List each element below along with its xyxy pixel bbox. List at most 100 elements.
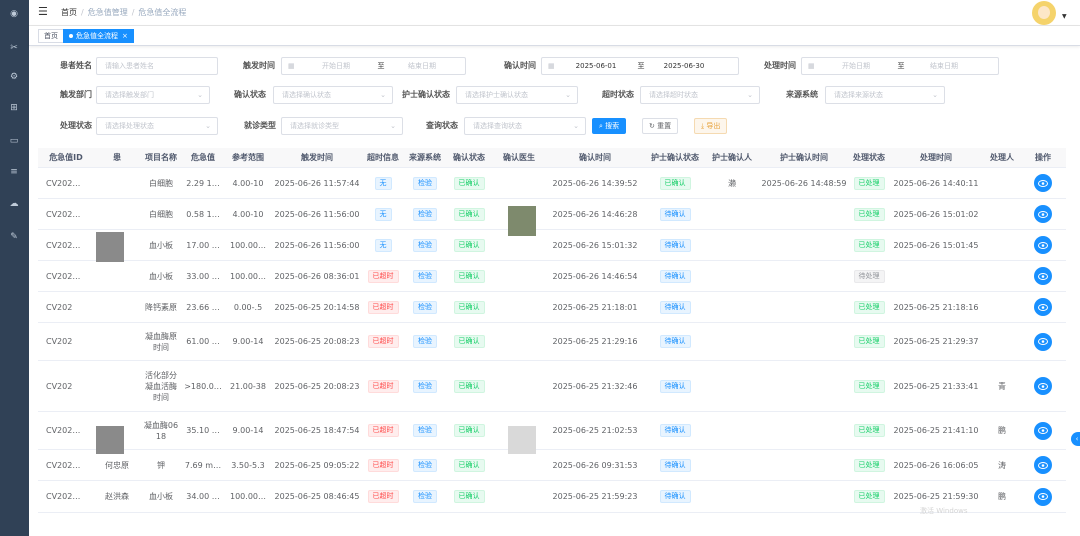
cell-handler [984,261,1020,291]
confirm-start[interactable]: 2025-06-01 [556,58,636,74]
cell-handler: 鹏 [998,426,1006,435]
cell-handler: 鹏 [998,492,1006,501]
breadcrumb-home[interactable]: 首页 [61,7,77,18]
view-eye-icon[interactable] [1034,298,1052,316]
cell-ntime [758,481,850,512]
view-eye-icon[interactable] [1034,487,1052,506]
org-icon[interactable]: ⊞ [8,102,20,114]
search-button[interactable]: ⌕ 搜索 [592,118,627,134]
view-eye-icon[interactable] [1034,174,1052,192]
table-row[interactable]: CV202… 赵洪森 血小板 34.00 … 100.00… 2025-06-25 08:… [38,481,1066,513]
trigger-dept-select[interactable]: 请选择触发部门 ⌄ [96,86,210,104]
cell-value: 17.00 … [186,240,220,250]
table-row[interactable]: CV202 凝血酶原 时间 61.00 … 9.00-14 2025-06-25 20:… [38,323,1066,361]
trigger-time-range[interactable]: ▦ 开始日期 至 结束日期 [281,57,466,75]
view-eye-icon[interactable] [1034,456,1052,474]
confirm-time-label: 确认时间 [504,61,536,70]
reset-button[interactable]: ↻ 重置 [642,118,679,134]
confirm-time-range[interactable]: ▦ 2025-06-01 至 2025-06-30 [541,57,739,75]
breadcrumb: 首页 / 危急值管理 / 危急值全流程 [61,7,186,18]
trigger-end[interactable]: 结束日期 [382,58,462,74]
handle-status-select[interactable]: 请选择处理状态 ⌄ [96,117,218,135]
dashboard-icon[interactable]: ◉ [8,8,20,20]
status-badge: 无 [374,207,392,221]
cell-doctor [492,323,546,360]
view-eye-icon[interactable] [1034,205,1052,223]
cell-trigger: 2025-06-25 18:47:54 [274,426,360,435]
table-row[interactable]: CV202 降钙素原 23.66 … 0.00-.5 2025-06-25 20:14:… [38,292,1066,323]
status-badge: 待确认 [659,269,691,283]
view-eye-icon[interactable] [1034,236,1052,254]
cell-value: >180.0… [184,381,222,391]
cell-confirm: 已确认 [446,450,492,480]
cell-overtime: 已超时 [362,481,404,512]
sidebar: ◉ ✂ ⚙ ⊞ ▭ ≡ ☁ ✎ [0,0,29,536]
critical-value-table: 危急值ID 患 项目名称 危急值 参考范围 触发时间 超时信息 来源系统 确认状态 确认医生 确认时… [38,148,1066,536]
patient-name-input[interactable]: 请输入患者姓名 [96,57,218,75]
tag-home[interactable]: 首页 [38,29,64,43]
edit-icon[interactable]: ✎ [8,231,20,243]
cell-range: 100.00… [230,271,266,281]
table-row[interactable]: CV202… 白细胞 0.58 1… 4.00-10 2025-06-26 11:56:… [38,199,1066,230]
column-header: 患 [113,153,121,162]
cell-confirm: 已确认 [446,230,492,260]
close-icon[interactable]: × [122,32,128,40]
handle-start[interactable]: 开始日期 [816,58,896,74]
patient-name-label: 患者姓名 [60,61,92,70]
view-eye-icon[interactable] [1034,421,1052,440]
status-badge: 已处理 [853,335,885,348]
calendar-icon: ▦ [808,62,815,70]
status-badge: 已超时 [367,490,399,503]
cell-ntime [758,199,850,229]
query-status-placeholder: 请选择查询状态 [473,122,522,130]
view-eye-icon[interactable] [1034,377,1052,395]
cell-value: 7.69 m… [184,460,222,470]
calendar-icon: ▦ [288,62,295,70]
hamburger-icon[interactable]: ☰ [38,6,50,18]
source-select[interactable]: 请选择来源状态 ⌄ [825,86,945,104]
cell-trigger: 2025-06-25 20:08:23 [274,337,360,346]
export-button[interactable]: ⤓ 导出 [694,118,728,134]
visit-type-select[interactable]: 请选择就诊类型 ⌄ [281,117,403,135]
monitor-icon[interactable]: ▭ [8,135,20,147]
view-eye-icon[interactable] [1034,332,1052,351]
cell-ctime: 2025-06-25 21:29:16 [552,337,638,346]
cell-op [1020,323,1066,360]
cell-trigger: 2025-06-26 11:57:44 [274,178,360,188]
cell-handle: 已处理 [850,412,888,449]
nurse-status-label: 护士确认状态 [402,90,450,99]
confirm-end[interactable]: 2025-06-30 [644,58,724,74]
caret-down-icon[interactable]: ▼ [1062,13,1067,20]
cell-name [94,292,140,322]
table-row[interactable]: CV202… 何忠原 钾 7.69 m… 3.50-5.3 2025-06-25 09:0… [38,450,1066,481]
table-row[interactable]: CV202… 血小板 17.00 … 100.00… 2025-06-26 11:56:… [38,230,1066,261]
cell-doctor [492,481,546,512]
table-row[interactable]: CV202… 白细胞 2.29 1… 4.00-10 2025-06-26 11:57:… [38,168,1066,199]
table-row[interactable]: CV202… 凝血酶06 18 35.10 … 9.00-14 2025-06-25 1… [38,412,1066,450]
tools-icon[interactable]: ✂ [8,42,20,54]
table-row[interactable]: CV202 活化部分 凝血活酶 时间 >180.0… 21.00-38 2025-06-… [38,361,1066,412]
table-header: 危急值ID 患 项目名称 危急值 参考范围 触发时间 超时信息 来源系统 确认状态 确认医生 确认时… [38,148,1066,168]
cell-name [94,361,140,411]
database-icon[interactable]: ≡ [8,166,20,178]
handle-time-range[interactable]: ▦ 开始日期 至 结束日期 [801,57,999,75]
handle-end[interactable]: 结束日期 [904,58,984,74]
confirm-status-select[interactable]: 请选择确认状态 ⌄ [273,86,393,104]
status-badge: 已处理 [853,176,885,190]
cell-op [1020,450,1066,480]
table-row[interactable]: CV202… 血小板 33.00 … 100.00… 2025-06-26 08:36:… [38,261,1066,292]
chevron-left-icon[interactable]: ‹ [1071,432,1080,446]
nurse-status-select[interactable]: 请选择护士确认状态 ⌄ [456,86,578,104]
avatar[interactable] [1032,1,1056,25]
view-eye-icon[interactable] [1034,267,1052,285]
status-badge: 无 [374,176,392,190]
cell-name: 赵洪森 [105,492,129,501]
overtime-select[interactable]: 请选择超时状态 ⌄ [640,86,760,104]
cell-handle: 已处理 [850,199,888,229]
query-status-select[interactable]: 请选择查询状态 ⌄ [464,117,586,135]
tag-current[interactable]: 危急值全流程 × [63,29,134,43]
trigger-start[interactable]: 开始日期 [296,58,376,74]
overtime-placeholder: 请选择超时状态 [649,91,698,99]
gear-icon[interactable]: ⚙ [8,71,20,83]
cloud-icon[interactable]: ☁ [8,198,20,210]
